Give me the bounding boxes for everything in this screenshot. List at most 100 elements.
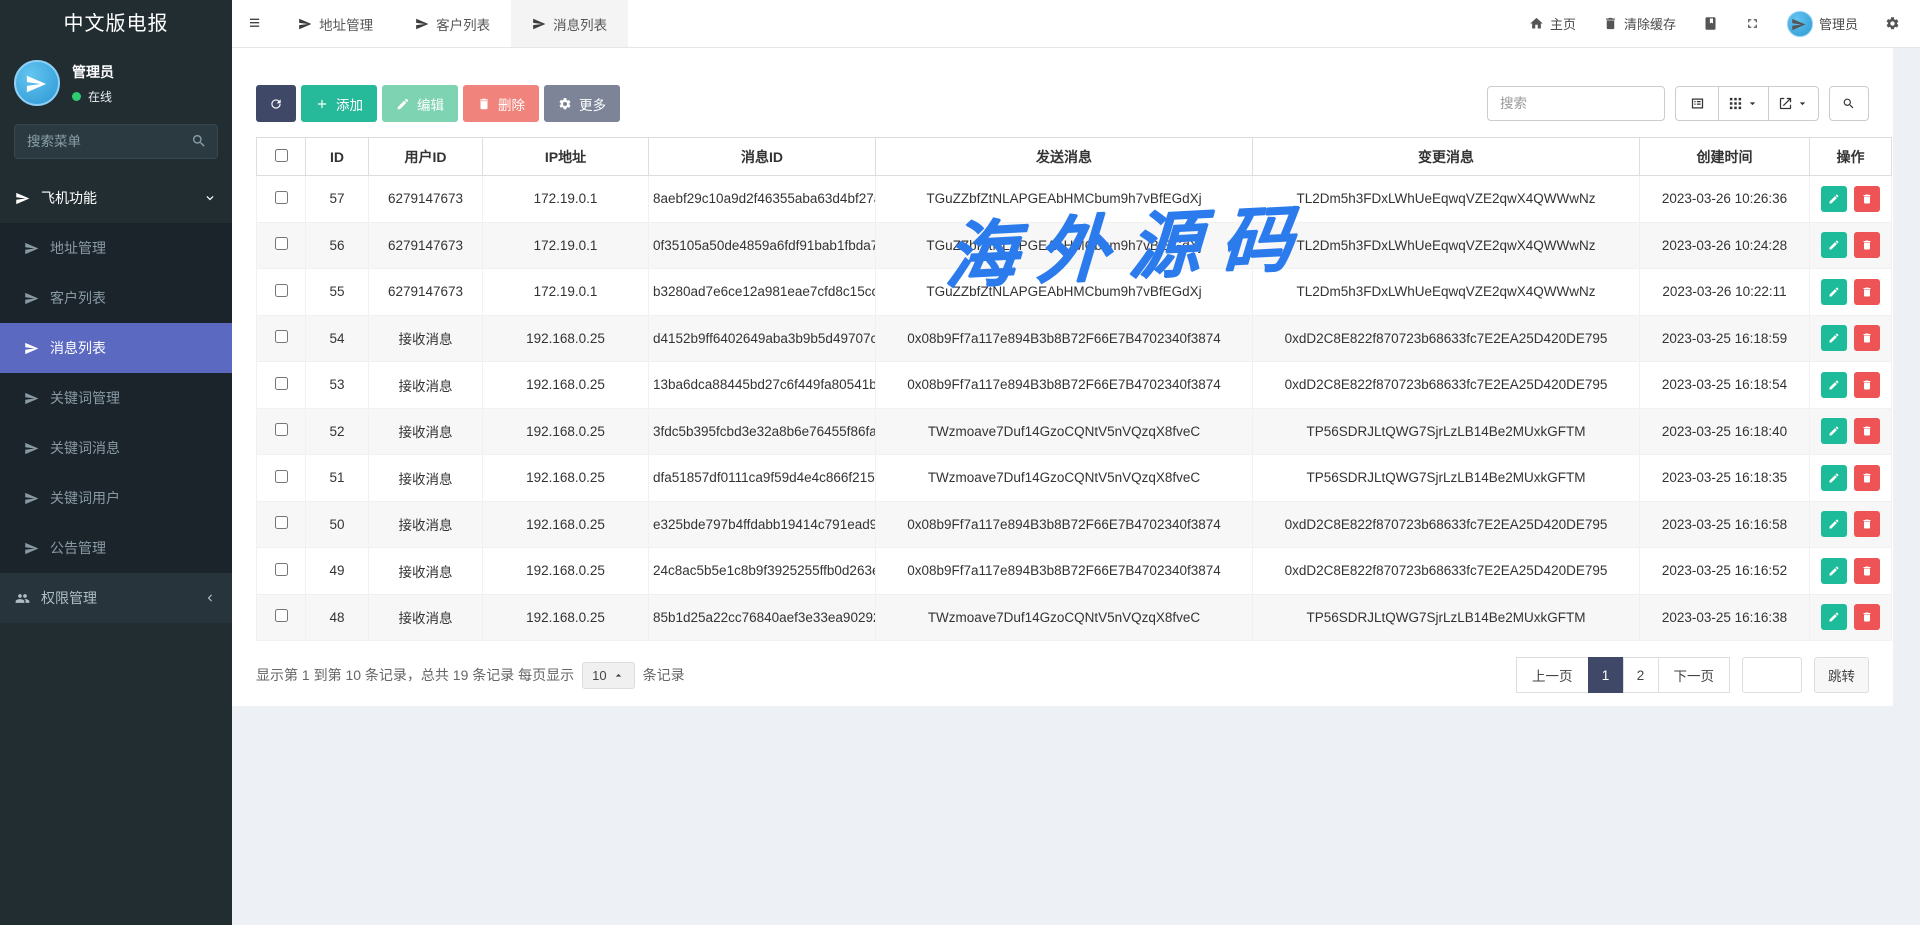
clear-cache-link[interactable]: 清除缓存: [1603, 14, 1676, 33]
row-delete-button[interactable]: [1854, 465, 1880, 491]
menu-search-input[interactable]: [14, 124, 218, 159]
row-delete-button[interactable]: [1854, 418, 1880, 444]
row-delete-button[interactable]: [1854, 279, 1880, 305]
select-all-checkbox[interactable]: [275, 149, 288, 162]
refresh-button[interactable]: [256, 85, 296, 122]
table-row[interactable]: 57 6279147673 172.19.0.1 8aebf29c10a9d2f…: [257, 176, 1892, 223]
row-edit-button[interactable]: [1821, 465, 1847, 491]
edit-button[interactable]: 编辑: [382, 85, 458, 122]
sidebar-item-customer-list[interactable]: 客户列表: [0, 273, 232, 323]
detail-view-button[interactable]: [1675, 86, 1719, 121]
cell-change-message: TP56SDRJLtQWG7SjrLzLB14Be2MUxkGFTM: [1253, 408, 1640, 455]
pencil-icon: [1828, 611, 1840, 623]
row-checkbox[interactable]: [275, 191, 288, 204]
row-checkbox[interactable]: [275, 237, 288, 250]
cell-change-message: 0xdD2C8E822f870723b68633fc7E2EA25D420DE7…: [1253, 501, 1640, 548]
row-delete-button[interactable]: [1854, 372, 1880, 398]
row-edit-button[interactable]: [1821, 604, 1847, 630]
sidebar-item-announcement-management[interactable]: 公告管理: [0, 523, 232, 573]
cell-send-message: TGuZZbfZtNLAPGEAbHMCbum9h7vBfEGdXj: [876, 269, 1253, 316]
columns-button[interactable]: [1718, 86, 1769, 121]
paper-plane-icon: [24, 391, 39, 406]
fullscreen-toggle[interactable]: [1745, 16, 1760, 31]
next-page-button[interactable]: 下一页: [1658, 657, 1731, 693]
avatar: [14, 60, 60, 106]
cell-actions: [1810, 269, 1892, 316]
select-all-cell: [257, 138, 306, 176]
page-button-2[interactable]: 2: [1623, 657, 1659, 693]
admin-menu[interactable]: 管理员: [1787, 11, 1858, 37]
more-button[interactable]: 更多: [544, 85, 620, 122]
toolbar-right: [1487, 86, 1869, 121]
row-edit-button[interactable]: [1821, 325, 1847, 351]
row-checkbox[interactable]: [275, 470, 288, 483]
table-row[interactable]: 52 接收消息 192.168.0.25 3fdc5b395fcbd3e32a8…: [257, 408, 1892, 455]
cell-actions: [1810, 455, 1892, 502]
table-row[interactable]: 50 接收消息 192.168.0.25 e325bde797b4ffdabb1…: [257, 501, 1892, 548]
trash-icon: [1861, 611, 1873, 623]
sidebar-item-keyword-management[interactable]: 关键词管理: [0, 373, 232, 423]
page-button-1[interactable]: 1: [1588, 657, 1624, 693]
table-view-button-group: [1675, 86, 1819, 121]
table-row[interactable]: 48 接收消息 192.168.0.25 85b1d25a22cc76840ae…: [257, 594, 1892, 641]
row-edit-button[interactable]: [1821, 511, 1847, 537]
table-row[interactable]: 55 6279147673 172.19.0.1 b3280ad7e6ce12a…: [257, 269, 1892, 316]
search-button[interactable]: [1829, 86, 1869, 121]
add-button[interactable]: 添加: [301, 85, 377, 122]
row-delete-button[interactable]: [1854, 325, 1880, 351]
sidebar-item-plane-functions[interactable]: 飞机功能: [0, 173, 232, 223]
row-delete-button[interactable]: [1854, 186, 1880, 212]
jump-page-input[interactable]: [1742, 657, 1802, 693]
row-delete-button[interactable]: [1854, 232, 1880, 258]
delete-button[interactable]: 删除: [463, 85, 539, 122]
export-button[interactable]: [1768, 86, 1819, 121]
table-row[interactable]: 53 接收消息 192.168.0.25 13ba6dca88445bd27c6…: [257, 362, 1892, 409]
tab-customer-list[interactable]: 客户列表: [394, 0, 511, 47]
row-checkbox[interactable]: [275, 563, 288, 576]
sidebar-item-address-management[interactable]: 地址管理: [0, 223, 232, 273]
row-delete-button[interactable]: [1854, 558, 1880, 584]
row-edit-button[interactable]: [1821, 372, 1847, 398]
settings-menu[interactable]: [1885, 16, 1900, 31]
row-edit-button[interactable]: [1821, 232, 1847, 258]
chevron-left-icon: [203, 591, 217, 605]
row-checkbox[interactable]: [275, 423, 288, 436]
cell-ip-address: 172.19.0.1: [483, 176, 649, 223]
jump-button[interactable]: 跳转: [1814, 657, 1869, 693]
sidebar-item-keyword-messages[interactable]: 关键词消息: [0, 423, 232, 473]
cell-id: 51: [306, 455, 369, 502]
language-toggle[interactable]: [1703, 16, 1718, 31]
row-checkbox[interactable]: [275, 284, 288, 297]
row-checkbox[interactable]: [275, 609, 288, 622]
table-row[interactable]: 49 接收消息 192.168.0.25 24c8ac5b5e1c8b9f392…: [257, 548, 1892, 595]
prev-page-button[interactable]: 上一页: [1516, 657, 1589, 693]
sidebar-item-permission-management[interactable]: 权限管理: [0, 573, 232, 623]
row-delete-button[interactable]: [1854, 511, 1880, 537]
table-search-input[interactable]: [1487, 86, 1665, 121]
sidebar-item-message-list[interactable]: 消息列表: [0, 323, 232, 373]
row-delete-button[interactable]: [1854, 604, 1880, 630]
content-panel: 添加 编辑 删除 更多: [232, 48, 1893, 706]
sidebar-item-keyword-users[interactable]: 关键词用户: [0, 473, 232, 523]
table-row[interactable]: 54 接收消息 192.168.0.25 d4152b9ff6402649aba…: [257, 315, 1892, 362]
home-link[interactable]: 主页: [1529, 14, 1576, 33]
page-size-dropdown[interactable]: 10: [582, 662, 634, 689]
tab-address-management[interactable]: 地址管理: [277, 0, 394, 47]
row-checkbox[interactable]: [275, 330, 288, 343]
row-edit-button[interactable]: [1821, 186, 1847, 212]
table-row[interactable]: 56 6279147673 172.19.0.1 0f35105a50de485…: [257, 222, 1892, 269]
cell-user-id: 接收消息: [369, 408, 483, 455]
row-edit-button[interactable]: [1821, 418, 1847, 444]
cell-ip-address: 192.168.0.25: [483, 455, 649, 502]
row-checkbox[interactable]: [275, 516, 288, 529]
row-edit-button[interactable]: [1821, 558, 1847, 584]
cell-change-message: TP56SDRJLtQWG7SjrLzLB14Be2MUxkGFTM: [1253, 455, 1640, 502]
hamburger-icon[interactable]: ≡: [232, 0, 277, 47]
paper-plane-icon: [24, 241, 39, 256]
cell-send-message: TGuZZbfZtNLAPGEAbHMCbum9h7vBfEGdXj: [876, 222, 1253, 269]
tab-message-list[interactable]: 消息列表: [511, 0, 628, 47]
table-row[interactable]: 51 接收消息 192.168.0.25 dfa51857df0111ca9f5…: [257, 455, 1892, 502]
row-edit-button[interactable]: [1821, 279, 1847, 305]
cell-user-id: 接收消息: [369, 548, 483, 595]
row-checkbox[interactable]: [275, 377, 288, 390]
